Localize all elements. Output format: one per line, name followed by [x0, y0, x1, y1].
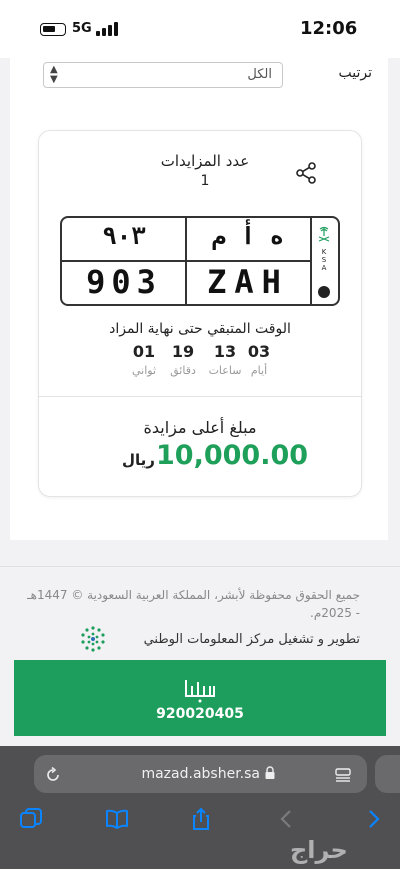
plate-arabic-letters: ه أ م — [211, 222, 285, 250]
bids-count-title: عدد المزايدات — [160, 152, 250, 170]
chevron-up-down-icon: ▲ ▼ — [50, 64, 58, 85]
page-menu-icon[interactable] — [334, 766, 352, 784]
forward-icon[interactable] — [360, 806, 386, 832]
bookmarks-icon[interactable] — [104, 806, 130, 832]
countdown-minutes: 19 — [171, 342, 195, 361]
plate-divider — [62, 260, 310, 262]
bids-count-value: 1 — [200, 173, 210, 189]
countdown-days: 03 — [247, 342, 271, 361]
countdown-seconds: 01 — [132, 342, 156, 361]
back-icon[interactable] — [274, 806, 300, 832]
reload-icon[interactable] — [44, 766, 62, 784]
countdown-seconds-label: ثواني — [131, 364, 157, 377]
currency-label: ريال — [122, 451, 155, 469]
developed-by-text: تطوير و تشغيل مركز المعلومات الوطني — [143, 632, 360, 647]
countdown-hours-label: ساعات — [208, 364, 242, 377]
lock-icon — [265, 766, 275, 779]
time-left-title: الوقت المتبقي حتى نهاية المزاد — [109, 321, 291, 337]
nic-logo-icon — [81, 626, 105, 652]
highest-bid-amount: 10,000.00 — [156, 440, 309, 471]
contact-phone[interactable]: 920020405 — [14, 706, 386, 722]
share-icon[interactable] — [294, 161, 318, 185]
url-text[interactable]: mazad.absher.sa — [90, 766, 260, 782]
plate-arabic-numbers: ٩٠٣ — [102, 222, 146, 250]
plate-divider — [310, 218, 312, 304]
battery-icon — [40, 23, 66, 36]
card-divider — [38, 396, 362, 397]
countdown-days-label: أيام — [250, 364, 268, 377]
palm-swords-emblem-icon — [318, 226, 330, 242]
network-type: 5G — [72, 21, 92, 36]
sort-label: ترتيب — [338, 65, 373, 81]
watermark-text: حراج — [290, 836, 348, 864]
countdown-minutes-label: دقائق — [170, 364, 196, 377]
absher-logo-icon — [185, 680, 215, 703]
highest-bid-title: مبلغ أعلى مزايدة — [143, 418, 257, 437]
plate-dot — [318, 286, 330, 298]
footer-divider — [0, 566, 400, 567]
signal-icon — [96, 22, 118, 36]
tabs-icon[interactable] — [18, 806, 44, 832]
copyright-text: جميع الحقوق محفوظة لأبشر، المملكة العربي… — [27, 588, 360, 620]
sort-select-value: الكل — [247, 67, 272, 82]
countdown-hours: 13 — [213, 342, 237, 361]
plate-english-letters: ZAH — [207, 263, 289, 301]
plate-english-numbers: 903 — [86, 263, 162, 301]
plate-country-code: KSA — [321, 248, 327, 272]
next-tab-preview[interactable] — [375, 755, 400, 793]
share-sheet-icon[interactable] — [188, 806, 214, 832]
status-time: 12:06 — [300, 18, 358, 39]
sort-select[interactable]: الكل ▲ ▼ — [43, 62, 283, 88]
